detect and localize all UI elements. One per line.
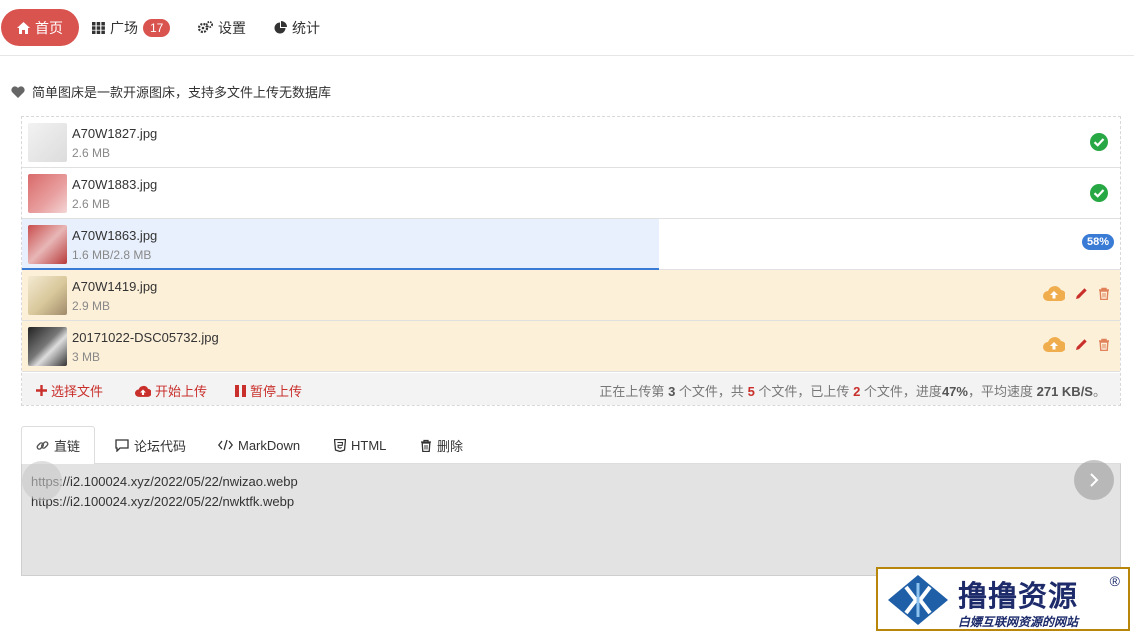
pause-upload-button[interactable]: 暂停上传 (235, 381, 302, 400)
trash-icon (420, 439, 432, 452)
nav-home[interactable]: 首页 (1, 9, 79, 46)
status-mid1: 个文件，共 (678, 384, 744, 399)
file-name: A70W1863.jpg (72, 228, 158, 243)
pencil-icon[interactable] (1075, 338, 1088, 351)
upload-toolbar: 选择文件 开始上传 暂停上传 正在上传第 3 个文件，共 5 个文件，已上传 2… (22, 373, 1120, 405)
select-files-button[interactable]: 选择文件 (36, 381, 103, 400)
status-total: 5 (747, 384, 755, 399)
link-line[interactable]: https://i2.100024.xyz/2022/05/22/nwktfk.… (31, 492, 1111, 512)
trash-icon[interactable] (1098, 287, 1110, 300)
upload-status-text: 正在上传第 3 个文件，共 5 个文件，已上传 2 个文件，进度47%，平均速度… (599, 381, 1106, 400)
tab-html[interactable]: HTML (320, 426, 400, 464)
file-size: 1.6 MB/2.8 MB (72, 248, 152, 262)
tab-html-label: HTML (351, 437, 387, 453)
file-name: A70W1883.jpg (72, 177, 158, 192)
status-mid3: 个文件，进度 (863, 384, 942, 399)
status-current: 3 (668, 384, 676, 399)
page: 首页 广场 17 设置 统计 简单图床是一款开源图床，支持多文件上传无数据库 A… (0, 0, 1134, 632)
cloud-upload-icon[interactable] (1043, 336, 1065, 352)
next-arrow-button[interactable] (1074, 460, 1114, 500)
nav-stats[interactable]: 统计 (258, 9, 336, 46)
link-format-tabs: 直链 论坛代码 MarkDown HTML 删除 (21, 426, 1121, 465)
upload-file-list[interactable]: A70W1827.jpg 2.6 MB A70W1883.jpg 2.6 MB … (21, 116, 1121, 406)
file-size: 3 MB (72, 350, 101, 364)
file-row-uploading: A70W1863.jpg 1.6 MB/2.8 MB 58% (22, 219, 1120, 270)
file-size: 2.6 MB (72, 146, 111, 160)
start-upload-button[interactable]: 开始上传 (135, 381, 207, 400)
file-row-pending: 20171022-DSC05732.jpg 3 MB (22, 321, 1120, 372)
tab-delete[interactable]: 删除 (406, 426, 477, 464)
html5-icon (334, 438, 346, 452)
home-icon (17, 21, 30, 34)
check-circle-icon (1090, 184, 1108, 205)
comment-icon (115, 438, 129, 452)
watermark-title: 撸撸资源 (958, 581, 1079, 613)
progress-percent-badge: 58% (1081, 234, 1114, 250)
watermark-subtitle: 白嫖互联网资源的网站 (958, 615, 1079, 629)
tab-direct-link-label: 直链 (54, 439, 81, 454)
tagline: 简单图床是一款开源图床，支持多文件上传无数据库 (11, 82, 331, 101)
pause-icon (235, 384, 246, 397)
file-thumbnail (28, 327, 67, 366)
tagline-text: 简单图床是一款开源图床，支持多文件上传无数据库 (32, 85, 332, 100)
chevron-right-icon (1088, 472, 1100, 488)
registered-mark: ® (1109, 573, 1120, 589)
file-row-pending: A70W1419.jpg 2.9 MB (22, 270, 1120, 321)
pie-chart-icon (274, 21, 287, 34)
status-mid4: ，平均速度 (967, 384, 1033, 399)
file-name: A70W1419.jpg (72, 279, 158, 294)
file-thumbnail (28, 225, 67, 264)
tab-markdown-label: MarkDown (238, 437, 301, 453)
gears-icon (198, 21, 213, 34)
logo-mark-icon (886, 573, 950, 627)
file-thumbnail (28, 123, 67, 162)
square-count-badge: 17 (143, 18, 171, 37)
file-row: A70W1883.jpg 2.6 MB (22, 168, 1120, 219)
watermark-logo: 撸撸资源 ® 白嫖互联网资源的网站 (876, 567, 1130, 631)
heart-icon (11, 85, 25, 98)
code-icon (218, 439, 233, 451)
nav-home-label: 首页 (35, 19, 63, 36)
prev-arrow-button[interactable] (22, 461, 62, 501)
status-speed: 271 KB/S (1036, 384, 1093, 399)
nav-square-label: 广场 (110, 19, 138, 36)
nav-settings-label: 设置 (218, 19, 246, 36)
tab-delete-label: 删除 (437, 438, 464, 454)
select-files-label: 选择文件 (51, 384, 104, 399)
file-size: 2.9 MB (72, 299, 111, 313)
tab-forum-code-label: 论坛代码 (134, 438, 187, 454)
tab-forum-code[interactable]: 论坛代码 (101, 426, 200, 464)
tab-direct-link[interactable]: 直链 (21, 426, 96, 465)
cloud-upload-icon (135, 385, 151, 397)
pause-upload-label: 暂停上传 (250, 384, 303, 399)
link-icon (36, 439, 49, 452)
status-pre: 正在上传第 (599, 384, 665, 399)
pencil-icon[interactable] (1075, 287, 1088, 300)
check-circle-icon (1090, 133, 1108, 154)
status-end: 。 (1092, 384, 1106, 399)
file-thumbnail (28, 276, 67, 315)
top-nav: 首页 广场 17 设置 统计 (0, 0, 1134, 56)
status-done: 2 (853, 384, 861, 399)
start-upload-label: 开始上传 (155, 384, 208, 399)
file-row: A70W1827.jpg 2.6 MB (22, 117, 1120, 168)
plus-icon (36, 385, 47, 396)
tab-markdown[interactable]: MarkDown (204, 426, 314, 464)
nav-stats-label: 统计 (292, 19, 320, 36)
file-size: 2.6 MB (72, 197, 111, 211)
file-name: 20171022-DSC05732.jpg (72, 330, 219, 345)
nav-settings[interactable]: 设置 (182, 9, 262, 46)
status-mid2: 个文件，已上传 (758, 384, 850, 399)
link-output-box[interactable]: https://i2.100024.xyz/2022/05/22/nwizao.… (21, 464, 1121, 576)
cloud-upload-icon[interactable] (1043, 285, 1065, 301)
status-progress: 47% (941, 384, 968, 399)
file-name: A70W1827.jpg (72, 126, 158, 141)
link-line[interactable]: https://i2.100024.xyz/2022/05/22/nwizao.… (31, 472, 1111, 492)
trash-icon[interactable] (1098, 338, 1110, 351)
grid-icon (92, 21, 105, 34)
nav-square[interactable]: 广场 17 (76, 9, 186, 46)
file-thumbnail (28, 174, 67, 213)
